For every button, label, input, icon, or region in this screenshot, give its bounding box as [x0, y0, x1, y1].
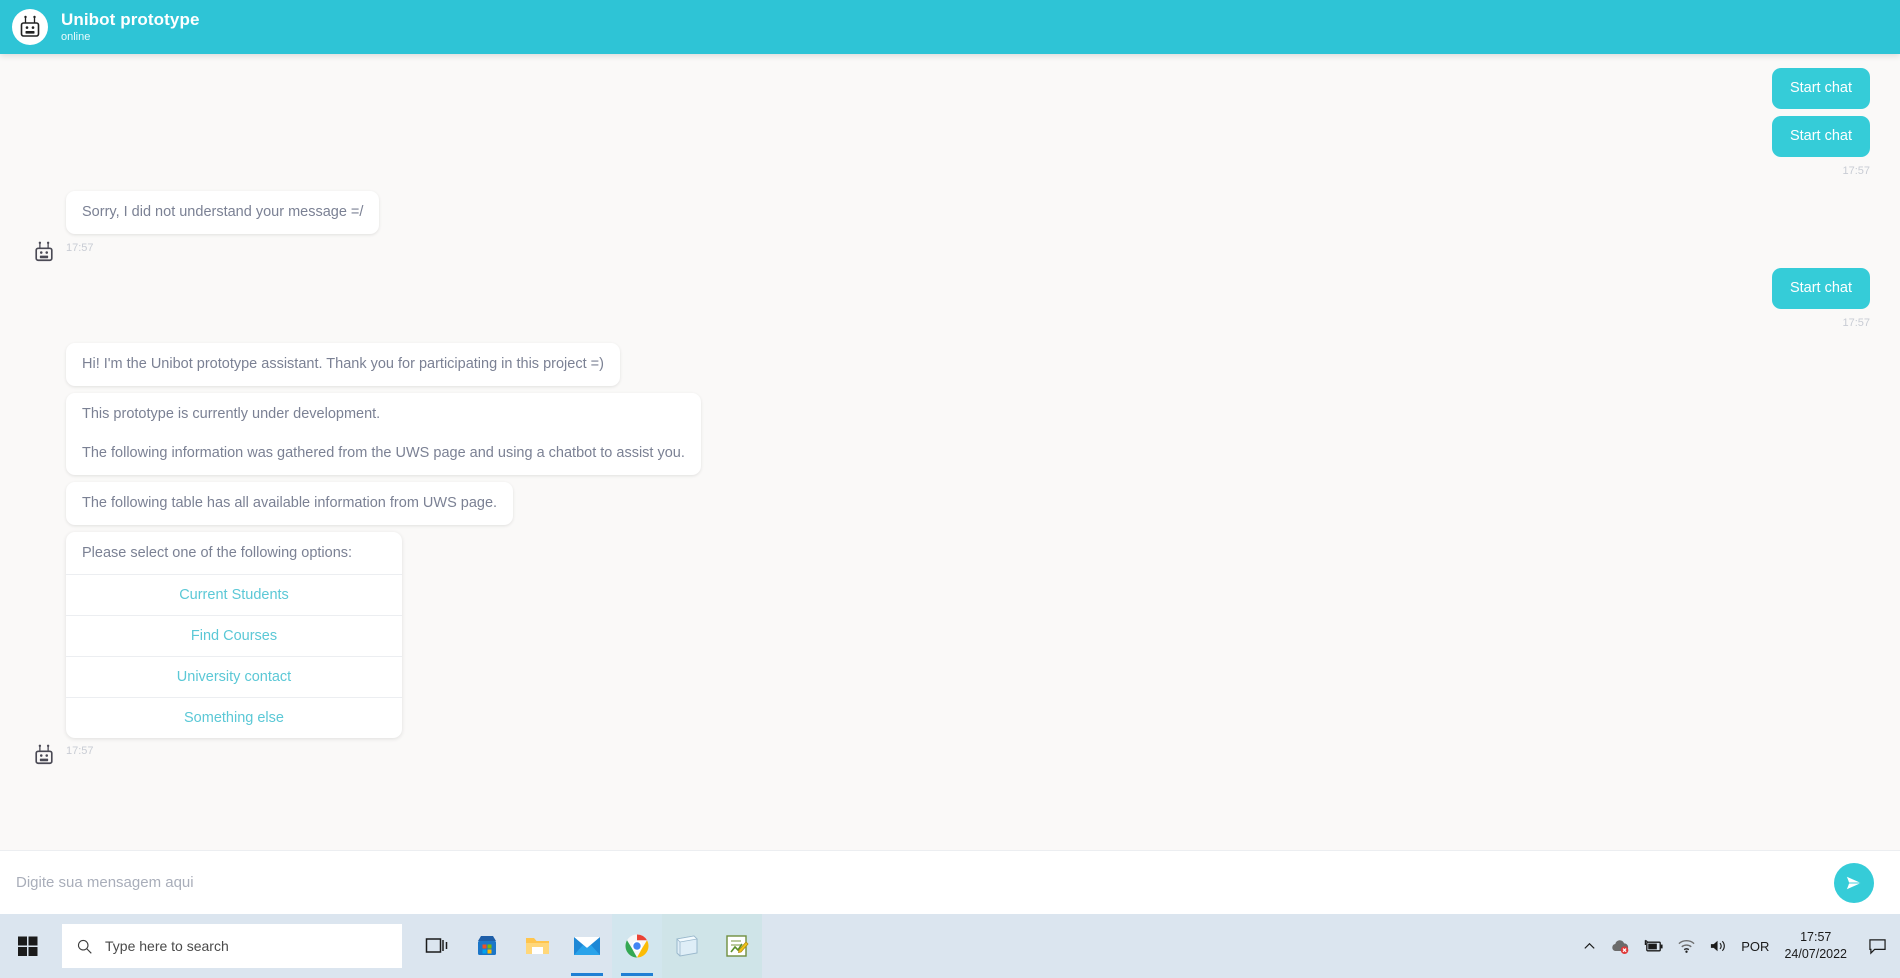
- send-button[interactable]: [1834, 862, 1874, 903]
- bot-avatar: [30, 238, 58, 266]
- message-timestamp: 17:57: [66, 745, 94, 758]
- message-input[interactable]: [14, 870, 1824, 895]
- notepad-icon: [676, 935, 698, 957]
- taskbar-item-task-view[interactable]: [412, 914, 462, 978]
- options-card: Please select one of the following optio…: [66, 532, 402, 739]
- cloud-error-icon: [1612, 939, 1629, 954]
- battery-icon: [1645, 939, 1663, 952]
- options-title: Please select one of the following optio…: [82, 545, 353, 562]
- microsoft-store-icon: [478, 936, 496, 955]
- user-message-bubble[interactable]: Start chat: [1771, 116, 1870, 158]
- taskbar-active-indicator: [571, 973, 603, 976]
- taskbar-item-google-chrome[interactable]: [612, 914, 662, 978]
- editor-icon: [726, 935, 749, 957]
- tray-battery[interactable]: [1643, 938, 1664, 954]
- tray-wifi[interactable]: [1677, 938, 1696, 954]
- robot-icon: [35, 241, 53, 262]
- tray-language[interactable]: POR: [1741, 939, 1769, 954]
- notification-icon: [1868, 938, 1886, 955]
- tray-volume[interactable]: [1709, 938, 1728, 954]
- header-avatar: [12, 9, 48, 45]
- folder-icon: [525, 938, 549, 954]
- tray-date: 24/07/2022: [1784, 947, 1847, 961]
- chrome-icon: [625, 934, 649, 958]
- message-row: Hi! I'm the Unibot prototype assistant. …: [30, 343, 1870, 771]
- mail-icon: [574, 937, 600, 955]
- windows-logo-icon: [18, 936, 38, 956]
- taskbar-item-file-explorer[interactable]: [512, 914, 562, 978]
- robot-icon: [20, 15, 40, 37]
- taskbar-item-notepad[interactable]: [662, 914, 712, 978]
- user-message-bubble[interactable]: Start chat: [1771, 268, 1870, 310]
- user-message-bubble[interactable]: Start chat: [1771, 68, 1870, 110]
- task-view-icon: [425, 938, 448, 953]
- message-timestamp: 17:57: [66, 242, 94, 255]
- taskbar-search-placeholder: Type here to search: [105, 938, 229, 954]
- taskbar-item-editor[interactable]: [712, 914, 762, 978]
- bot-message-bubble: Hi! I'm the Unibot prototype assistant. …: [66, 343, 620, 387]
- tray-onedrive[interactable]: [1610, 938, 1630, 955]
- message-timestamp: 17:57: [1842, 165, 1870, 178]
- system-tray: POR 17:57 24/07/2022: [1582, 914, 1900, 978]
- option-current-students[interactable]: Current Students: [66, 574, 402, 615]
- message-row: Start chat Start chat 17:57: [30, 68, 1870, 191]
- bot-message-line: The following information was gathered f…: [82, 445, 685, 462]
- bot-message-line: This prototype is currently under develo…: [82, 406, 381, 423]
- bubble-group: Hi! I'm the Unibot prototype assistant. …: [66, 343, 701, 771]
- bubble-group: Start chat 17:57: [1771, 268, 1870, 343]
- taskbar-active-indicator: [621, 973, 653, 976]
- bot-message-bubble: The following table has all available in…: [66, 482, 514, 526]
- taskbar-item-mail[interactable]: [562, 914, 612, 978]
- volume-icon: [1711, 940, 1726, 952]
- tray-time: 17:57: [1800, 930, 1832, 945]
- taskbar-apps: [412, 914, 762, 978]
- bubble-group: Sorry, I did not understand your message…: [66, 191, 380, 268]
- taskbar-item-microsoft-store[interactable]: [462, 914, 512, 978]
- taskbar-search[interactable]: Type here to search: [62, 924, 402, 968]
- wifi-icon: [1678, 940, 1695, 953]
- tray-chevron-up[interactable]: [1582, 939, 1597, 954]
- option-find-courses[interactable]: Find Courses: [66, 615, 402, 656]
- search-icon: [77, 939, 92, 954]
- tray-notifications[interactable]: [1860, 938, 1894, 955]
- message-row: Sorry, I did not understand your message…: [30, 191, 1870, 268]
- message-timestamp: 17:57: [1842, 317, 1870, 330]
- chevron-up-icon: [1584, 942, 1595, 949]
- start-button[interactable]: [0, 914, 56, 978]
- tray-clock[interactable]: 17:57 24/07/2022: [1784, 929, 1847, 963]
- message-row: Start chat 17:57: [30, 268, 1870, 343]
- chat-header: Unibot prototype online: [0, 0, 1900, 54]
- bot-avatar: [30, 741, 58, 769]
- bot-message-bubble: Sorry, I did not understand your message…: [66, 191, 380, 235]
- chat-application: Unibot prototype online Start chat Start…: [0, 0, 1900, 978]
- option-something-else[interactable]: Something else: [66, 697, 402, 738]
- robot-icon: [35, 744, 53, 765]
- header-status: online: [61, 30, 91, 43]
- message-composer: [0, 850, 1900, 914]
- windows-taskbar: Type here to search POR 17:57 24/07/2022: [0, 914, 1900, 978]
- bubble-group: Start chat Start chat 17:57: [1771, 68, 1870, 191]
- header-text: Unibot prototype online: [61, 9, 200, 43]
- message-list[interactable]: Start chat Start chat 17:57 Sorry, I did…: [0, 54, 1900, 872]
- header-title: Unibot prototype: [61, 9, 200, 29]
- bot-message-bubble: This prototype is currently under develo…: [66, 393, 701, 476]
- option-university-contact[interactable]: University contact: [66, 656, 402, 697]
- send-icon: [1846, 875, 1863, 890]
